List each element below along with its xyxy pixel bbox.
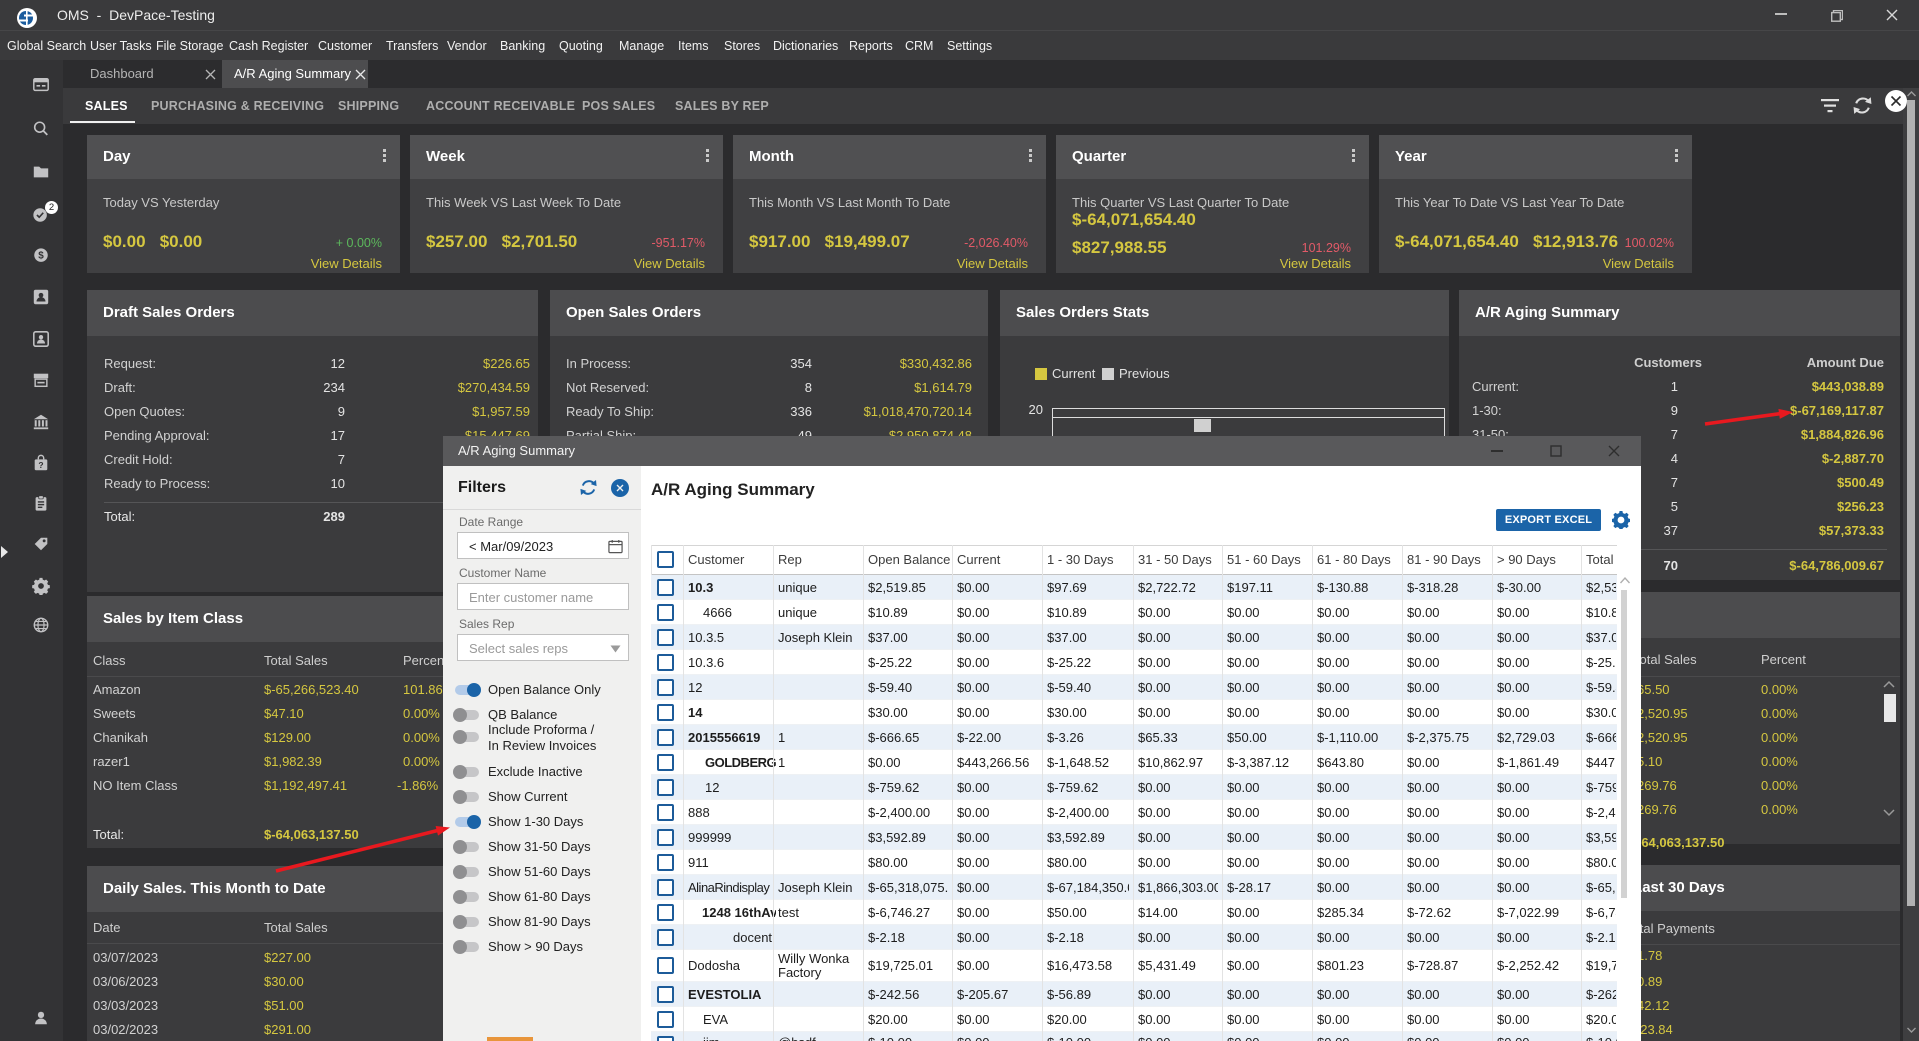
svg-text:?: ?: [38, 460, 43, 470]
svg-text:$: $: [38, 250, 44, 261]
